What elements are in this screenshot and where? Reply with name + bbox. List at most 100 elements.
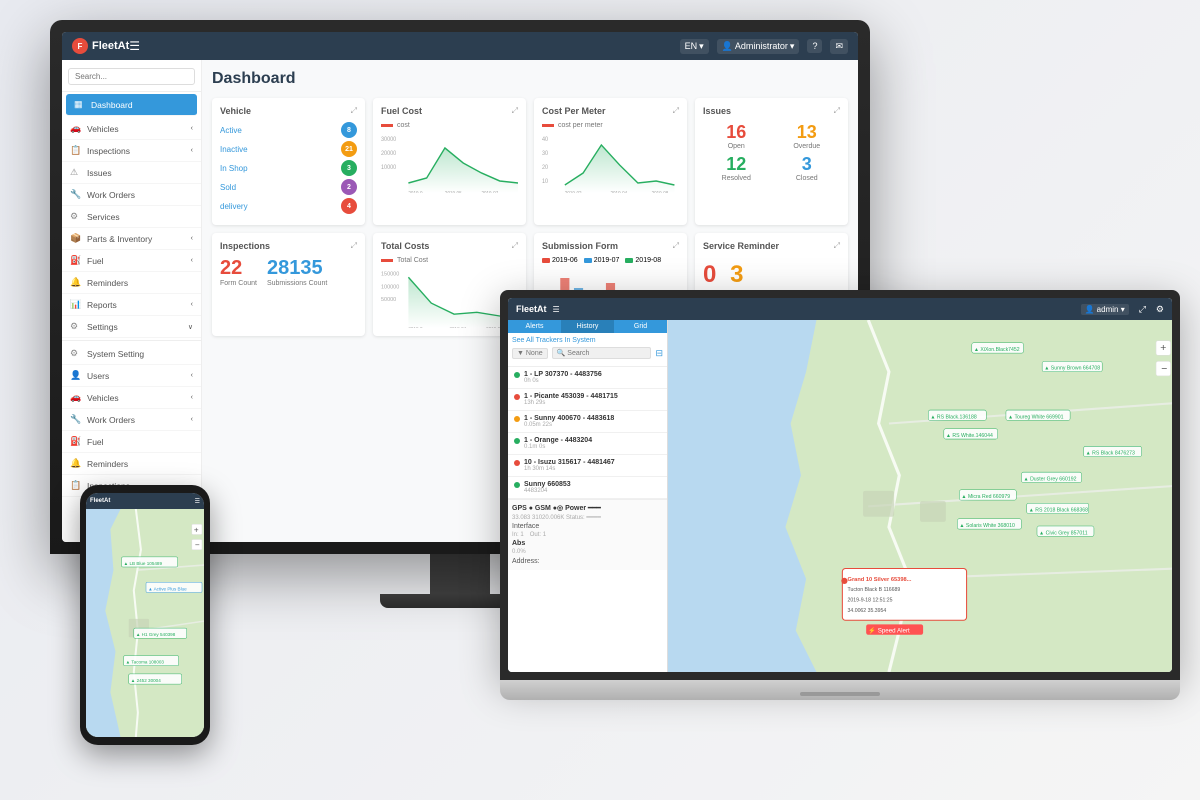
cpm-legend-line <box>542 124 554 127</box>
settings-arrow: ∨ <box>188 323 193 331</box>
issues-card: Issues ⤢ 16 Open 13 <box>695 98 848 225</box>
cost-per-meter-expand[interactable]: ⤢ <box>673 106 679 116</box>
sidebar-item-issues[interactable]: ⚠ Issues <box>62 162 201 184</box>
legend-dot-2019-08 <box>625 258 633 263</box>
sidebar-item-inspections[interactable]: 📋 Inspections ‹ <box>62 140 201 162</box>
vehicle-expand-icon[interactable]: ⤢ <box>351 106 357 116</box>
vehicle-detail-title: GPS ● GSM ●◎ Power ━━━ <box>512 504 663 512</box>
vehicle-card-title: Vehicle <box>220 106 251 116</box>
svg-text:▲ XiXon.Black7452: ▲ XiXon.Black7452 <box>974 347 1020 353</box>
laptop-screen-bezel: FleetAt ☰ 👤 admin ▾ ⤢ ⚙ Alerts <box>500 290 1180 680</box>
see-all-trackers[interactable]: See All Trackers In System <box>512 337 663 344</box>
submission-form-expand[interactable]: ⤢ <box>673 241 679 251</box>
tracker-list: 1 - LP 307370 - 4483756 0h 0s 1 - Picant… <box>508 367 667 499</box>
sidebar-item-vehicles2[interactable]: 🚗 Vehicles ‹ <box>62 387 201 409</box>
map-sidebar: Alerts History Grid See All Trackers In … <box>508 320 668 672</box>
map-tab-history[interactable]: History <box>561 320 614 333</box>
phone-menu-icon[interactable]: ☰ <box>195 498 200 505</box>
hamburger-icon[interactable]: ☰ <box>129 39 140 53</box>
map-tab-alerts[interactable]: Alerts <box>508 320 561 333</box>
map-tab-grid[interactable]: Grid <box>614 320 667 333</box>
map-search[interactable]: 🔍 Search <box>552 347 652 359</box>
legend-2019-06: 2019-06 <box>542 257 578 264</box>
map-topbar: FleetAt ☰ 👤 admin ▾ ⤢ ⚙ <box>508 298 1172 320</box>
tracker-dot-3 <box>514 416 520 422</box>
tracker-dot-4 <box>514 438 520 444</box>
vehicle-item-sold: Sold 2 <box>220 179 357 195</box>
tracker-item-1[interactable]: 1 - LP 307370 - 4483756 0h 0s <box>508 367 667 389</box>
fuel-cost-legend-line <box>381 124 393 127</box>
svg-text:100000: 100000 <box>381 284 399 290</box>
submissions-count-group: 28135 Submissions Count <box>267 257 327 287</box>
sidebar-item-services[interactable]: ⚙ Services <box>62 206 201 228</box>
tracker-id-6: Sunny 660853 <box>524 481 571 488</box>
reports-icon: 📊 <box>70 299 82 310</box>
sidebar-item-dashboard[interactable]: ▦ Dashboard <box>66 94 197 116</box>
sidebar-item-work-orders[interactable]: 🔧 Work Orders <box>62 184 201 206</box>
svg-text:10: 10 <box>542 179 548 185</box>
map-admin-label[interactable]: 👤 admin ▾ <box>1081 304 1129 315</box>
abs-label: Abs <box>512 540 663 547</box>
sidebar-item-work-orders2[interactable]: 🔧 Work Orders ‹ <box>62 409 201 431</box>
map-share-icon[interactable]: ⤢ <box>1139 304 1146 315</box>
svg-text:150000: 150000 <box>381 271 399 277</box>
mail-button[interactable]: ✉ <box>830 39 848 54</box>
sidebar-item-fuel2[interactable]: ⛽ Fuel <box>62 431 201 453</box>
sidebar: ▦ Dashboard 🚗 Vehicles ‹ 📋 Inspections ‹ <box>62 60 202 542</box>
svg-text:50000: 50000 <box>381 297 396 303</box>
issues-closed: 3 Closed <box>774 154 841 182</box>
service-reminder-expand[interactable]: ⤢ <box>834 241 840 251</box>
sidebar-item-reports[interactable]: 📊 Reports ‹ <box>62 294 201 316</box>
issues-expand[interactable]: ⤢ <box>834 106 840 116</box>
user-menu[interactable]: 👤 Administrator ▾ <box>717 39 800 54</box>
laptop-screen: FleetAt ☰ 👤 admin ▾ ⤢ ⚙ Alerts <box>508 298 1172 672</box>
sidebar-item-fuel[interactable]: ⛽ Fuel ‹ <box>62 250 201 272</box>
pin-11: ▲ Toureg White 669901 <box>1006 410 1070 420</box>
submission-form-header: Submission Form ⤢ <box>542 241 679 251</box>
map-gear-icon[interactable]: ⚙ <box>1156 304 1164 315</box>
tracker-item-4[interactable]: 1 - Orange - 4483204 0.1m 0s <box>508 433 667 455</box>
sidebar-label-dashboard: Dashboard <box>91 100 133 110</box>
map-area: ▲ XiXon.Black7452 ▲ Sunny Brown 664708 ▲… <box>668 320 1172 672</box>
reports-arrow: ‹ <box>191 301 193 308</box>
lang-selector[interactable]: EN ▾ <box>680 39 709 54</box>
total-costs-expand[interactable]: ⤢ <box>512 241 518 251</box>
map-filter-icon[interactable]: ⊟ <box>655 348 663 359</box>
inspections-numbers: 22 Form Count 28135 Submissions Count <box>220 257 357 287</box>
svg-text:Tucton Black B 116689: Tucton Black B 116689 <box>848 587 901 593</box>
pin-8: ▲ Civic Grey 857011 <box>1037 526 1094 536</box>
sidebar-item-parts[interactable]: 📦 Parts & Inventory ‹ <box>62 228 201 250</box>
issues-overdue: 13 Overdue <box>774 122 841 150</box>
sidebar-item-vehicles[interactable]: 🚗 Vehicles ‹ <box>62 118 201 140</box>
sidebar-item-users[interactable]: 👤 Users ‹ <box>62 365 201 387</box>
inspections-expand[interactable]: ⤢ <box>351 241 357 251</box>
filter-dropdown[interactable]: ▼ None <box>512 348 548 359</box>
sidebar-item-settings[interactable]: ⚙ Settings ∨ <box>62 316 201 338</box>
sidebar-label-reminders2: Reminders <box>87 459 128 469</box>
phone-pin-4: ▲ Active Plus Blue <box>146 582 202 592</box>
top-cards-grid: Vehicle ⤢ Active 8 Inactive <box>212 98 848 225</box>
pin-1: ▲ XiXon.Black7452 <box>972 343 1024 353</box>
inshop-label: In Shop <box>220 164 248 173</box>
sidebar-item-system-setting[interactable]: ⚙ System Setting <box>62 343 201 365</box>
tracker-item-2[interactable]: 1 - Picante 453039 - 4481715 13h 29s <box>508 389 667 411</box>
user-chevron: ▾ <box>790 41 795 52</box>
search-input[interactable] <box>68 68 195 85</box>
svg-text:▲ Micra Red 660979: ▲ Micra Red 660979 <box>961 494 1010 500</box>
sidebar-item-reminders[interactable]: 🔔 Reminders <box>62 272 201 294</box>
tracker-item-5[interactable]: 10 - Isuzu 315617 - 4481467 1h 30m 14s <box>508 455 667 477</box>
tracker-id-5: 10 - Isuzu 315617 - 4481467 <box>524 459 615 466</box>
tracker-item-3[interactable]: 1 - Sunny 400670 - 4483618 0.05m 22s <box>508 411 667 433</box>
map-hamburger[interactable]: ☰ <box>553 305 560 314</box>
tracker-item-6[interactable]: Sunny 660853 4483204 <box>508 477 667 499</box>
fuel-icon: ⛽ <box>70 255 82 266</box>
svg-text:▲ RS Black.136188: ▲ RS Black.136188 <box>930 414 977 420</box>
laptop-base <box>500 680 1180 700</box>
topbar-menu: EN ▾ 👤 Administrator ▾ ? ✉ <box>680 39 848 54</box>
help-button[interactable]: ? <box>807 39 822 53</box>
sidebar-item-reminders2[interactable]: 🔔 Reminders <box>62 453 201 475</box>
fuel-cost-expand[interactable]: ⤢ <box>512 106 518 116</box>
issues-overdue-number: 13 <box>774 122 841 143</box>
sidebar-label-reports: Reports <box>87 300 117 310</box>
svg-text:2019-02: 2019-02 <box>565 191 582 193</box>
